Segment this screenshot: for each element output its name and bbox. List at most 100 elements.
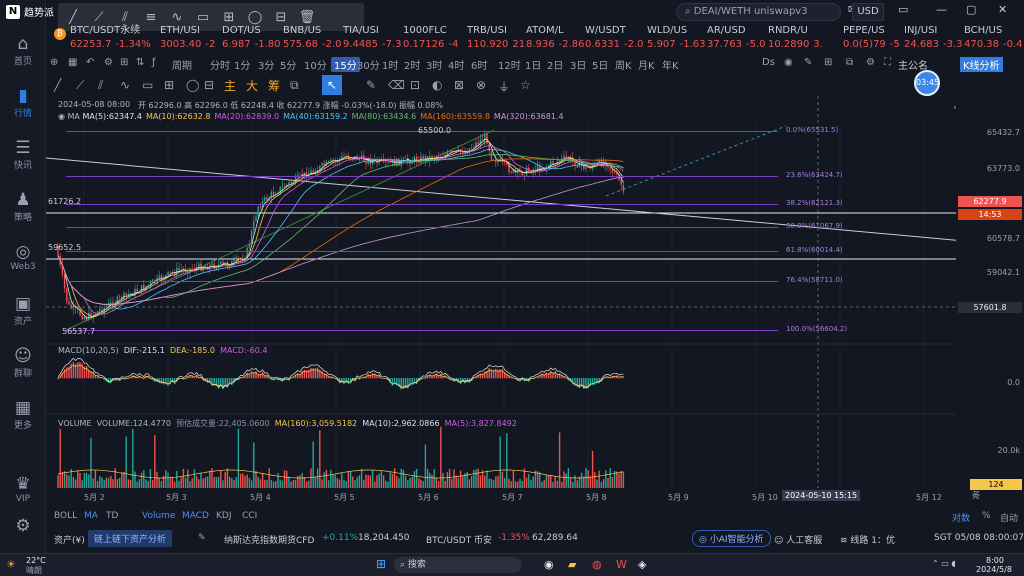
clear-icon[interactable]: ⊗ <box>476 78 486 92</box>
ticker-item[interactable]: W/USDT 0.6331 -2.0 <box>585 24 644 54</box>
interval-option[interactable]: 4时 <box>448 57 464 72</box>
cursor-tool-icon[interactable]: ↖ <box>322 75 342 95</box>
fib-level-line[interactable] <box>66 330 778 331</box>
trash-icon[interactable]: 🗑 <box>296 10 318 25</box>
service-button[interactable]: ☺ 人工客服 <box>774 533 822 546</box>
ticker-item[interactable]: ETH/USI 3003.40 -2 <box>160 24 215 54</box>
app-logo[interactable]: N 趋势派 <box>6 4 54 19</box>
folder-icon[interactable]: ▰ <box>568 558 576 571</box>
indicator-tab[interactable]: Volume <box>142 511 175 521</box>
scale-option[interactable]: 对数 <box>952 511 970 524</box>
ticker-item[interactable]: ATOM/L 8.936 -2.86 <box>526 24 585 54</box>
ticker-item[interactable]: 1000FLC 0.17126 -4 <box>403 24 458 54</box>
interval-option[interactable]: 5分 <box>280 57 296 72</box>
rect-icon[interactable]: ▭ <box>142 78 153 92</box>
trading-app-icon[interactable]: ◈ <box>638 558 646 571</box>
record-app-icon[interactable]: ◍ <box>592 558 602 571</box>
grid2-icon[interactable]: ⊞ <box>824 57 832 68</box>
interval-option[interactable]: 1时 <box>382 57 398 72</box>
indicator-tab[interactable]: MA <box>84 511 98 521</box>
cross-tool-icon[interactable]: ⊞ <box>218 10 240 25</box>
ellipse-icon[interactable]: ◯ <box>186 78 199 92</box>
parallel-tool-icon[interactable]: ⫽ <box>114 10 136 25</box>
interval-option[interactable]: 年K <box>662 57 679 72</box>
fib-level-line[interactable] <box>66 227 778 228</box>
ticker-item[interactable]: WLD/US 5.907 -1.63 <box>647 24 706 54</box>
indicator-tab[interactable]: TD <box>106 511 118 521</box>
search-input[interactable]: ⌕ DEAI/WETH uniswapv3 <box>676 3 841 21</box>
taskbar-search[interactable]: ⌕ 搜索 <box>394 557 522 573</box>
fib-level-line[interactable] <box>66 176 778 177</box>
close-icon[interactable]: ✕ <box>998 3 1007 23</box>
ai-analysis-button[interactable]: ◎ 小AI智能分析 <box>692 530 771 547</box>
hide-icon[interactable]: ◐ <box>432 78 442 92</box>
indicator-icon[interactable]: ƒ <box>152 57 156 68</box>
sidebar-item[interactable]: ♛ VIP <box>2 474 44 504</box>
main-force-button[interactable]: 主 <box>224 77 236 94</box>
interval-option[interactable]: 月K <box>638 57 655 72</box>
copy-icon[interactable]: ⧉ <box>290 78 299 93</box>
timer-bubble[interactable]: 03:45 <box>914 70 940 96</box>
layout-icon[interactable]: ▦ <box>68 57 77 68</box>
filter-icon[interactable]: ⏚ <box>498 78 510 95</box>
interval-option[interactable]: 6时 <box>471 57 487 72</box>
period-button[interactable]: 周期 <box>172 57 192 72</box>
restore-icon[interactable]: ▢ <box>966 3 976 23</box>
indicator-tab[interactable]: MACD <box>182 511 209 521</box>
sidebar-item[interactable]: ☰ 快讯 <box>2 138 44 171</box>
chip-button[interactable]: 筹 <box>268 77 280 94</box>
interval-option[interactable]: 30分 <box>357 57 380 72</box>
layers-icon[interactable]: ⧉ <box>846 57 853 68</box>
sidebar-item[interactable]: ▮ 行情 <box>2 86 44 119</box>
lock-icon[interactable]: ⊡ <box>410 78 420 92</box>
ellipse-tool-icon[interactable]: ◯ <box>244 10 266 25</box>
edit-icon[interactable]: ✎ <box>366 78 376 92</box>
weather-temp[interactable]: 22°C <box>26 556 46 565</box>
text-tool-icon[interactable]: ⊟ <box>270 10 292 25</box>
wave-tool-icon[interactable]: ∿ <box>166 10 188 25</box>
fib-level-line[interactable] <box>66 204 778 205</box>
ticker-item[interactable]: TIA/USI 9.4485 -7.3 <box>343 24 402 54</box>
scale-option[interactable]: 自动 <box>1000 511 1018 524</box>
ai-kline-button[interactable]: K线分析 <box>960 57 1003 72</box>
interval-option[interactable]: 12时 <box>498 57 521 72</box>
scale-option[interactable]: % <box>982 511 991 521</box>
indicator-tab[interactable]: BOLL <box>54 511 77 521</box>
interval-option[interactable]: 2时 <box>404 57 420 72</box>
interval-option[interactable]: 3日 <box>570 57 586 72</box>
settings2-icon[interactable]: ⚙ <box>866 57 875 68</box>
ticker-item[interactable]: AR/USD 37.763 -5.0 <box>707 24 766 54</box>
sidebar-item[interactable]: ⌂ 首页 <box>2 34 44 67</box>
grid-icon[interactable]: ⊞ <box>120 57 128 68</box>
chart-area[interactable]: 2024-05-08 08:00 开 62296.0 高 62296.0 低 6… <box>46 96 956 508</box>
interval-option[interactable]: 3时 <box>426 57 442 72</box>
ticker-item[interactable]: PEPE/US 0.0(5)79 -5 <box>843 24 900 54</box>
line-icon[interactable]: ╱ <box>54 78 61 92</box>
delete-icon[interactable]: ⌫ <box>388 78 405 92</box>
crosshair-icon[interactable]: ⊞ <box>164 78 174 92</box>
ticker-item[interactable]: BNB/US 575.68 -2.0 <box>283 24 342 54</box>
ticker-item[interactable]: BCH/US 470.38 -0.4 <box>964 24 1023 54</box>
tray-icons[interactable]: ⌃ ▭ ◖ <box>932 559 956 568</box>
minimize-icon[interactable]: ▭ <box>898 3 908 23</box>
ticker-item[interactable]: INJ/USI 24.683 -3.3 <box>904 24 963 54</box>
sidebar-item[interactable]: ▦ 更多 <box>2 398 44 431</box>
indicator-tab[interactable]: KDJ <box>216 511 232 521</box>
interval-option[interactable]: 10分 <box>304 57 327 72</box>
magnet-icon[interactable]: ⊠ <box>454 78 464 92</box>
ticker-item[interactable]: RNDR/U 10.2890 3. <box>768 24 823 54</box>
ticker-item[interactable]: DOT/US 6.987 -1.80 <box>222 24 281 54</box>
interval-option[interactable]: 周K <box>615 57 632 72</box>
maximize-icon[interactable]: — <box>936 3 947 23</box>
pencil-icon[interactable]: ✎ <box>804 57 812 68</box>
sidebar-item[interactable]: ▣ 资产 <box>2 294 44 327</box>
edit-status-icon[interactable]: ✎ <box>198 533 206 543</box>
interval-option[interactable]: 2日 <box>547 57 563 72</box>
rect-tool-icon[interactable]: ▭ <box>192 10 214 25</box>
ticker-item[interactable]: TRB/USI 110.920 21 <box>467 24 525 54</box>
windows-start-icon[interactable]: ⊞ <box>376 557 386 571</box>
currency-select[interactable]: USD <box>852 3 884 21</box>
interval-option[interactable]: 3分 <box>258 57 274 72</box>
wave-icon[interactable]: ∿ <box>120 78 130 92</box>
indicator-tab[interactable]: CCI <box>242 511 257 521</box>
